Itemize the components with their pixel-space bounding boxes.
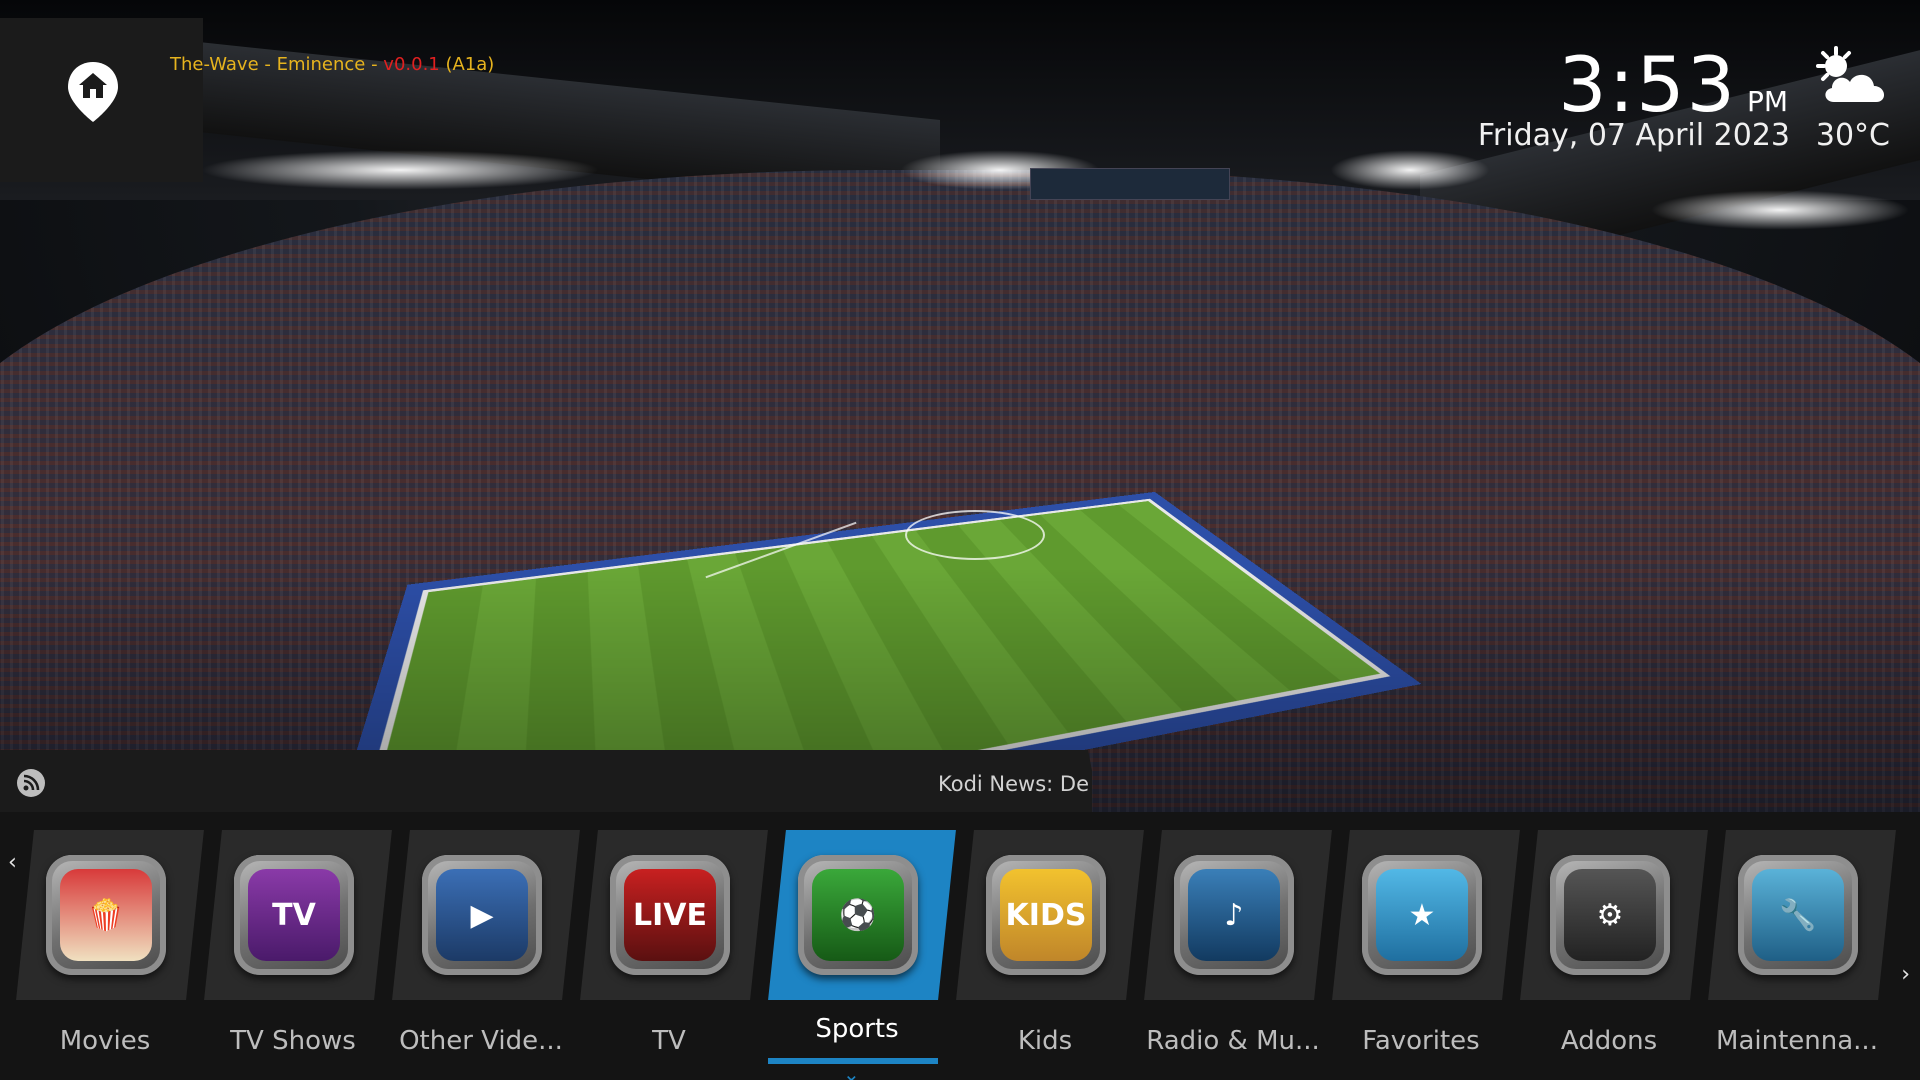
menu-item-label[interactable]: TV [575,1026,763,1056]
menu-scroll-left-arrow[interactable]: ‹ [8,850,17,875]
menu-item-label[interactable]: TV Shows [199,1026,387,1056]
clock: 3:53 PM [1558,40,1788,129]
menu-scroll-right-arrow[interactable]: › [1901,962,1910,987]
build-name: The-Wave - Eminence - [170,54,384,75]
menu-item-label[interactable]: Addons [1515,1026,1703,1056]
menu-item-label[interactable]: Radio & Mu... [1139,1026,1327,1056]
menu-item-label[interactable]: Favorites [1327,1026,1515,1056]
soccer-tv-icon: ⚽ [798,855,918,975]
home-panel [0,18,203,182]
clock-time: 3:53 [1558,40,1737,129]
build-suffix: (A1a) [439,54,495,75]
star-favorites-icon: ★ [1362,855,1482,975]
menu-item-label[interactable]: Movies [11,1026,199,1056]
build-version: v0.0.1 [383,54,440,75]
live-tv-icon: LIVE [610,855,730,975]
tv-series-icon: TV [234,855,354,975]
temperature-label: 30°C [1815,118,1890,153]
clock-ampm: PM [1746,85,1788,118]
radio-music-icon: ♪ [1174,855,1294,975]
addons-icon: ⚙ [1550,855,1670,975]
build-title: The-Wave - Eminence - v0.0.1 (A1a) [170,54,494,75]
home-icon[interactable] [66,60,120,124]
popcorn-clapper-icon: 🍿 [46,855,166,975]
kids-icon: KIDS [986,855,1106,975]
rss-icon [17,769,45,797]
menu-item-label[interactable]: Maintenna... [1703,1026,1891,1056]
maintenance-tools-icon: 🔧 [1738,855,1858,975]
partly-cloudy-icon [1816,46,1885,102]
chevron-down-icon: ⌄ [843,1062,860,1080]
menu-item-label[interactable]: Sports [763,1014,951,1044]
rss-ticker-bar [0,750,1092,812]
video-camera-icon: ▶ [422,855,542,975]
rss-ticker-text: Kodi News: De [938,772,1089,796]
date-label: Friday, 07 April 2023 [1477,118,1790,153]
menu-item-label[interactable]: Other Vide... [387,1026,575,1056]
menu-item-label[interactable]: Kids [951,1026,1139,1056]
